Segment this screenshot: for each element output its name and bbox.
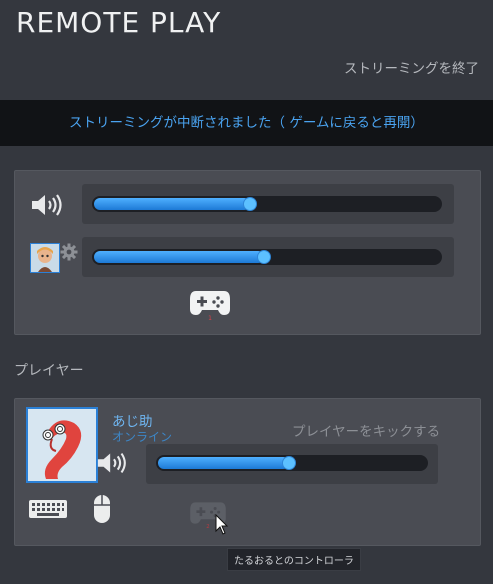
svg-text:2: 2 (206, 524, 209, 529)
keyboard-icon[interactable] (28, 497, 68, 521)
mouse-icon[interactable] (92, 493, 112, 525)
speaker-volume-slider[interactable] (92, 196, 442, 212)
speaker-icon[interactable] (30, 192, 66, 218)
player-status: オンライン (112, 430, 173, 444)
speaker-icon[interactable] (96, 450, 130, 476)
player-name: あじ助 (112, 414, 153, 430)
page-title: REMOTE PLAY (16, 6, 222, 39)
controller-tooltip: たるおるとのコントローラ (227, 548, 361, 571)
gear-icon[interactable] (60, 243, 78, 261)
gamepad-icon[interactable]: 1 (188, 285, 232, 322)
player-volume-knob[interactable] (283, 457, 295, 469)
user-volume-knob[interactable] (258, 251, 270, 263)
mouse-cursor-icon (215, 513, 229, 536)
end-streaming-button[interactable]: ストリーミングを終了 (344, 57, 479, 77)
user-volume-fill (94, 251, 264, 263)
user-avatar (30, 243, 60, 273)
player-volume-slider[interactable] (156, 455, 428, 471)
speaker-volume-knob[interactable] (244, 198, 256, 210)
player-avatar (26, 407, 98, 483)
kick-player-button[interactable]: プレイヤーをキックする (292, 420, 440, 440)
players-heading: プレイヤー (14, 363, 84, 379)
speaker-volume-fill (94, 198, 250, 210)
paused-banner-text: ストリーミングが中断されました（ ゲームに戻ると再開） (69, 115, 424, 131)
svg-text:1: 1 (208, 315, 212, 321)
player-volume-fill (158, 457, 289, 469)
user-volume-slider[interactable] (92, 249, 442, 265)
paused-banner: ストリーミングが中断されました（ ゲームに戻ると再開） (0, 100, 493, 146)
